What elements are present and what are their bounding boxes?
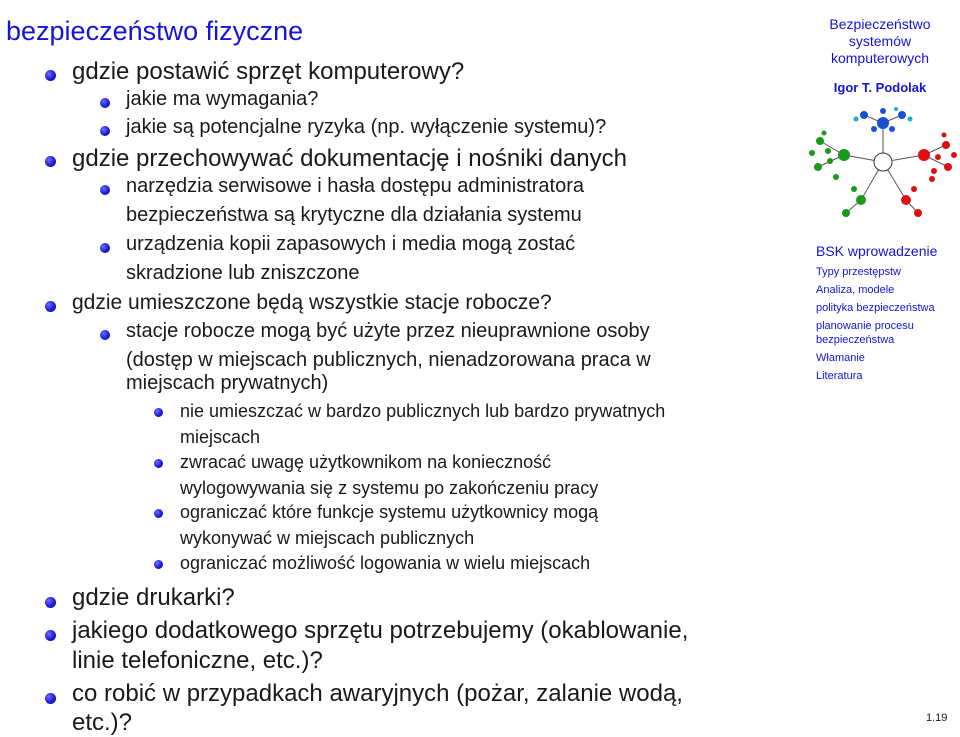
bullet-icon <box>154 509 163 518</box>
bullet-icon <box>100 330 110 340</box>
bullet-text: miejscach prywatnych) <box>126 372 329 394</box>
bullet-text: gdzie drukarki? <box>72 584 235 611</box>
slide-title: bezpieczeństwo fizyczne <box>6 16 304 46</box>
bullet-text: jakie ma wymagania? <box>126 88 319 110</box>
bullet-text: nie umieszczać w bardzo publicznych lub … <box>180 401 666 421</box>
bullet-text: ograniczać które funkcje systemu użytkow… <box>180 502 599 522</box>
bullet-text: co robić w przypadkach awaryjnych (pożar… <box>72 680 683 707</box>
nav-item-planowanie-procesu[interactable]: planowanie procesu <box>816 320 914 332</box>
bullet-text: (dostęp w miejscach publicznych, nienadz… <box>126 349 651 371</box>
bullet-icon <box>45 693 56 704</box>
bullet-text: stacje robocze mogą być użyte przez nieu… <box>126 320 650 342</box>
bullet-icon <box>100 243 110 253</box>
bullet-text: miejscach <box>180 427 261 447</box>
nav-item-analiza-modele[interactable]: Analiza, modele <box>816 284 894 296</box>
bullet-text: gdzie postawić sprzęt komputerowy? <box>72 58 465 85</box>
bullet-text: wylogowywania się z systemu po zakończen… <box>180 478 599 498</box>
bullet-text: bezpieczeństwa są krytyczne dla działani… <box>126 204 582 226</box>
nav-item-literatura[interactable]: Literatura <box>816 370 862 382</box>
nav-item-typy-przestepstw[interactable]: Typy przestępstw <box>816 266 901 278</box>
bullet-text: etc.)? <box>72 709 133 736</box>
bullet-text: zwracać uwagę użytkownikom na koniecznoś… <box>180 452 552 472</box>
sidebar: Bezpieczeństwo systemów komputerowych Ig… <box>800 0 960 735</box>
bullet-text: urządzenia kopii zapasowych i media mogą… <box>126 233 576 255</box>
bullet-text: jakiego dodatkowego sprzętu potrzebujemy… <box>72 617 689 644</box>
tree-logo-icon <box>809 107 957 217</box>
bullet-text: gdzie przechowywać dokumentację i nośnik… <box>72 145 627 172</box>
slide-content: bezpieczeństwo fizyczne gdzie postawić s… <box>0 0 800 736</box>
bullet-icon <box>45 156 56 167</box>
bullet-icon <box>45 70 56 81</box>
nav-item-planowanie-procesu-cont[interactable]: bezpieczeństwa <box>816 334 894 346</box>
bullet-text: skradzione lub zniszczone <box>126 262 360 284</box>
sidebar-title-line: komputerowych <box>830 50 930 66</box>
bullet-icon <box>45 301 56 312</box>
nav-item-wlamanie[interactable]: Włamanie <box>816 352 865 364</box>
bullet-icon <box>154 459 163 468</box>
bullet-text: narzędzia serwisowe i hasła dostępu admi… <box>126 175 585 197</box>
bullet-text: gdzie umieszczone będą wszystkie stacje … <box>72 291 552 314</box>
bullet-icon <box>45 630 56 641</box>
bullet-icon <box>45 597 56 608</box>
nav-item-polityka-bezpieczenstwa[interactable]: polityka bezpieczeństwa <box>816 302 935 314</box>
bullet-text: linie telefoniczne, etc.)? <box>72 647 323 674</box>
sidebar-author: Igor T. Podolak <box>833 80 927 95</box>
sidebar-title-line: systemów <box>848 33 912 49</box>
bullet-icon <box>154 408 163 417</box>
bullet-text: jakie są potencjalne ryzyka (np. wyłącze… <box>126 116 607 138</box>
bullet-text: ograniczać możliwość logowania w wielu m… <box>180 553 591 573</box>
sidebar-title-line: Bezpieczeństwo <box>829 16 931 32</box>
bullet-icon <box>100 185 110 195</box>
bullet-icon <box>100 126 110 136</box>
nav-item-bsk-wprowadzenie[interactable]: BSK wprowadzenie <box>816 243 937 259</box>
bullet-icon <box>100 98 110 108</box>
bullet-icon <box>154 560 163 569</box>
bullet-text: wykonywać w miejscach publicznych <box>180 528 475 548</box>
page-number: 1.19 <box>926 712 948 724</box>
